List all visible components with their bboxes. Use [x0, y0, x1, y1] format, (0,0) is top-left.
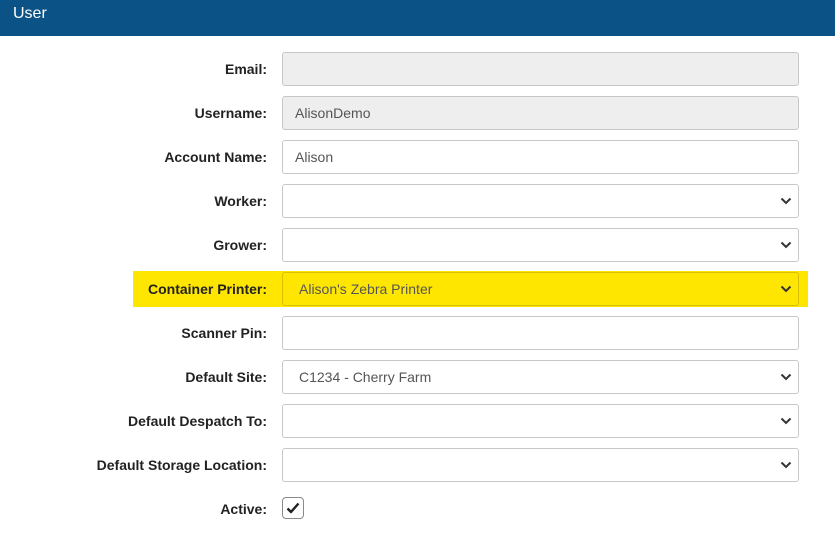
container-printer-select-value: Alison's Zebra Printer — [299, 281, 433, 297]
default-storage-row: Default Storage Location: — [0, 448, 835, 482]
worker-label: Worker: — [214, 193, 267, 209]
active-checkbox[interactable] — [282, 497, 304, 519]
chevron-down-icon — [780, 285, 792, 293]
default-storage-label: Default Storage Location: — [96, 457, 267, 473]
chevron-down-icon — [780, 373, 792, 381]
active-label: Active: — [220, 501, 267, 517]
grower-row: Grower: — [0, 228, 835, 262]
checkmark-icon — [286, 502, 300, 514]
container-printer-label: Container Printer: — [147, 281, 267, 297]
email-row: Email: — [0, 52, 835, 86]
active-row: Active: — [0, 492, 835, 526]
username-row: Username: AlisonDemo — [0, 96, 835, 130]
container-printer-select[interactable]: Alison's Zebra Printer — [282, 272, 799, 306]
chevron-down-icon — [780, 197, 792, 205]
default-despatch-row: Default Despatch To: — [0, 404, 835, 438]
scanner-pin-label: Scanner Pin: — [181, 325, 267, 341]
worker-row: Worker: — [0, 184, 835, 218]
default-despatch-label: Default Despatch To: — [128, 413, 267, 429]
default-storage-select[interactable] — [282, 448, 799, 482]
username-label: Username: — [194, 105, 267, 121]
scanner-pin-field[interactable] — [282, 316, 799, 350]
email-label: Email: — [224, 61, 267, 77]
chevron-down-icon — [780, 241, 792, 249]
username-field[interactable]: AlisonDemo — [282, 96, 799, 130]
page-header: User — [0, 0, 835, 36]
chevron-down-icon — [780, 461, 792, 469]
scanner-pin-row: Scanner Pin: — [0, 316, 835, 350]
grower-label: Grower: — [213, 237, 267, 253]
container-printer-row: Container Printer: Alison's Zebra Printe… — [0, 272, 835, 306]
default-site-label: Default Site: — [185, 369, 267, 385]
chevron-down-icon — [780, 417, 792, 425]
default-despatch-select[interactable] — [282, 404, 799, 438]
account-name-row: Account Name: Alison — [0, 140, 835, 174]
account-name-field[interactable]: Alison — [282, 140, 799, 174]
worker-select[interactable] — [282, 184, 799, 218]
account-name-label: Account Name: — [164, 149, 267, 165]
page-title: User — [13, 5, 47, 22]
default-site-row: Default Site: C1234 - Cherry Farm — [0, 360, 835, 394]
grower-select[interactable] — [282, 228, 799, 262]
default-site-select-value: C1234 - Cherry Farm — [299, 369, 432, 385]
email-field[interactable] — [282, 52, 799, 86]
default-site-select[interactable]: C1234 - Cherry Farm — [282, 360, 799, 394]
